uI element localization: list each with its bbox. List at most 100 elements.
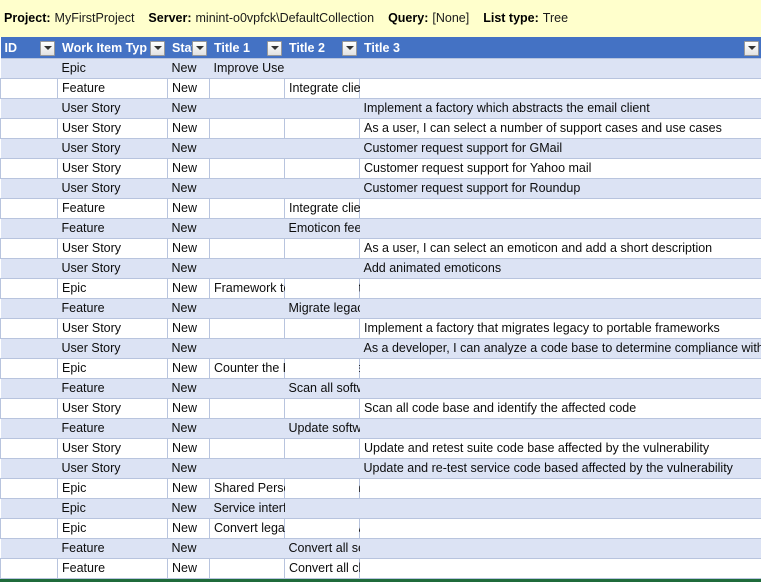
filter-dropdown-icon-title-2[interactable] <box>342 41 357 56</box>
cell-work-item-type[interactable]: Feature <box>58 299 168 319</box>
table-row[interactable]: User StoryNewUpdate and re-test service … <box>1 459 761 479</box>
cell-state[interactable]: New <box>168 279 210 299</box>
table-row[interactable]: EpicNewFramework to port applications to… <box>1 279 761 299</box>
cell-title-3[interactable]: As a user, I can select a number of supp… <box>360 119 761 139</box>
cell-id[interactable] <box>1 499 58 519</box>
cell-id[interactable] <box>1 319 58 339</box>
cell-title-2[interactable]: Update software to resolve the Open SLL … <box>285 419 360 439</box>
cell-title-2[interactable] <box>285 479 360 499</box>
cell-work-item-type[interactable]: Epic <box>58 359 168 379</box>
filter-dropdown-icon-state[interactable] <box>192 41 207 56</box>
cell-work-item-type[interactable]: Epic <box>58 279 168 299</box>
column-header-title-1[interactable]: Title 1 <box>210 38 285 59</box>
column-header-title-2[interactable]: Title 2 <box>285 38 360 59</box>
cell-work-item-type[interactable]: User Story <box>58 179 168 199</box>
table-row[interactable]: FeatureNewEmoticon feedback enabled in c… <box>1 219 761 239</box>
cell-title-1[interactable]: Convert legacy Odata service interfactes… <box>210 519 285 539</box>
cell-id[interactable] <box>1 139 58 159</box>
cell-state[interactable]: New <box>168 99 210 119</box>
cell-work-item-type[interactable]: Feature <box>58 219 168 239</box>
cell-title-2[interactable]: Convert all client service calls from us… <box>285 559 360 579</box>
cell-title-3[interactable] <box>360 299 761 319</box>
cell-work-item-type[interactable]: User Story <box>58 119 168 139</box>
cell-id[interactable] <box>1 379 58 399</box>
cell-id[interactable] <box>1 339 58 359</box>
cell-id[interactable] <box>1 359 58 379</box>
table-row[interactable]: User StoryNewImplement a factory which a… <box>1 99 761 119</box>
cell-title-3[interactable]: Add animated emoticons <box>360 259 761 279</box>
filter-dropdown-icon-title-1[interactable] <box>267 41 282 56</box>
table-row[interactable]: User StoryNewScan all code base and iden… <box>1 399 761 419</box>
cell-title-2[interactable] <box>285 99 360 119</box>
table-row[interactable]: FeatureNewMigrate legacy code to portabl… <box>1 299 761 319</box>
cell-work-item-type[interactable]: Feature <box>58 419 168 439</box>
filter-dropdown-icon-work-item-type[interactable] <box>150 41 165 56</box>
cell-state[interactable]: New <box>168 219 210 239</box>
cell-state[interactable]: New <box>168 399 210 419</box>
cell-title-3[interactable] <box>360 279 761 299</box>
cell-title-1[interactable] <box>210 239 285 259</box>
cell-title-1[interactable] <box>210 379 285 399</box>
cell-work-item-type[interactable]: User Story <box>58 399 168 419</box>
table-row[interactable]: User StoryNew Customer request support fo… <box>1 179 761 199</box>
cell-title-3[interactable] <box>360 379 761 399</box>
cell-id[interactable] <box>1 399 58 419</box>
cell-title-1[interactable] <box>210 339 285 359</box>
cell-title-3[interactable] <box>360 79 761 99</box>
cell-title-1[interactable] <box>210 219 285 239</box>
cell-work-item-type[interactable]: User Story <box>58 239 168 259</box>
cell-title-1[interactable] <box>210 399 285 419</box>
cell-title-3[interactable]: Implement a factory that migrates legacy… <box>360 319 761 339</box>
cell-id[interactable] <box>1 279 58 299</box>
table-row[interactable]: FeatureNewIntegrate client application w… <box>1 79 761 99</box>
cell-title-2[interactable]: Integrate client app with IM clients <box>285 199 360 219</box>
cell-title-2[interactable] <box>285 239 360 259</box>
cell-state[interactable]: New <box>168 179 210 199</box>
cell-title-3[interactable]: As a user, I can select an emoticon and … <box>360 239 761 259</box>
cell-work-item-type[interactable]: User Story <box>58 439 168 459</box>
cell-state[interactable]: New <box>168 539 210 559</box>
cell-title-1[interactable] <box>210 179 285 199</box>
cell-title-1[interactable] <box>210 159 285 179</box>
cell-id[interactable] <box>1 299 58 319</box>
cell-id[interactable] <box>1 479 58 499</box>
cell-title-3[interactable] <box>360 499 761 519</box>
cell-title-2[interactable]: Integrate client application with popula… <box>285 79 360 99</box>
table-row[interactable]: User StoryNewCustomer request support fo… <box>1 159 761 179</box>
table-row[interactable]: FeatureNewUpdate software to resolve the… <box>1 419 761 439</box>
cell-state[interactable]: New <box>168 239 210 259</box>
table-row[interactable]: User StoryNewCustomer request support fo… <box>1 139 761 159</box>
cell-work-item-type[interactable]: Epic <box>58 59 168 79</box>
cell-id[interactable] <box>1 159 58 179</box>
cell-state[interactable]: New <box>168 359 210 379</box>
cell-title-2[interactable] <box>285 159 360 179</box>
table-row[interactable]: EpicNewCounter the Heartbleed web securi… <box>1 359 761 379</box>
cell-id[interactable] <box>1 79 58 99</box>
cell-id[interactable] <box>1 519 58 539</box>
cell-title-2[interactable] <box>285 319 360 339</box>
cell-title-1[interactable] <box>210 119 285 139</box>
cell-state[interactable]: New <box>168 119 210 139</box>
table-row[interactable]: User StoryNewImplement a factory that mi… <box>1 319 761 339</box>
cell-work-item-type[interactable]: User Story <box>58 319 168 339</box>
cell-title-1[interactable] <box>210 559 285 579</box>
cell-state[interactable]: New <box>168 79 210 99</box>
cell-id[interactable] <box>1 259 58 279</box>
table-row[interactable]: User StoryNew As a user, I can select a n… <box>1 119 761 139</box>
cell-state[interactable]: New <box>168 339 210 359</box>
cell-state[interactable]: New <box>168 199 210 219</box>
filter-dropdown-icon-title-3[interactable] <box>744 41 759 56</box>
cell-work-item-type[interactable]: User Story <box>58 339 168 359</box>
column-header-work-item-type[interactable]: Work Item Typ <box>58 38 168 59</box>
cell-title-1[interactable] <box>210 439 285 459</box>
cell-state[interactable]: New <box>168 439 210 459</box>
cell-title-3[interactable]: Update and re-test service code based af… <box>360 459 761 479</box>
cell-id[interactable] <box>1 119 58 139</box>
cell-title-2[interactable] <box>285 439 360 459</box>
table-row[interactable]: FeatureNewScan all software for the Open… <box>1 379 761 399</box>
cell-state[interactable]: New <box>168 139 210 159</box>
cell-title-2[interactable] <box>285 359 360 379</box>
cell-id[interactable] <box>1 459 58 479</box>
cell-title-3[interactable]: Customer request support for Roundup <box>360 179 761 199</box>
cell-title-1[interactable] <box>210 139 285 159</box>
